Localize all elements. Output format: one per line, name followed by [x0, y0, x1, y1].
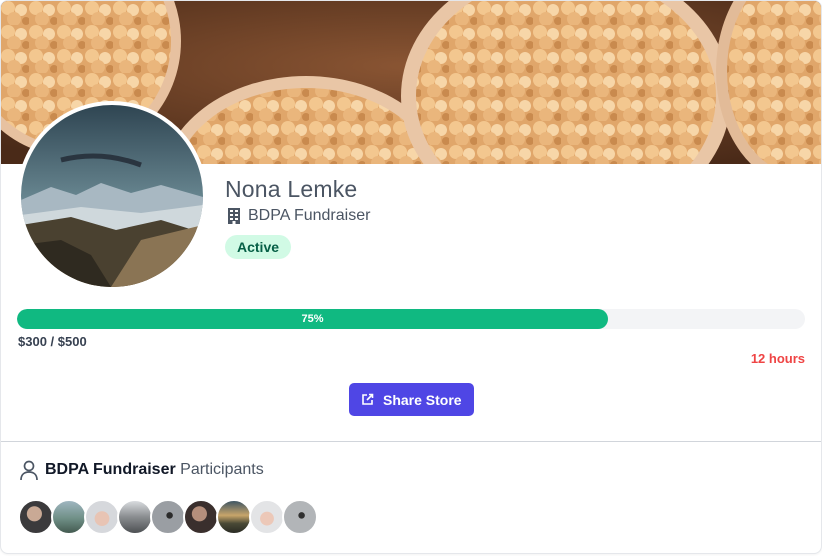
participant-avatar[interactable] — [183, 499, 219, 535]
organization-name: BDPA Fundraiser — [248, 207, 371, 224]
share-store-label: Share Store — [383, 391, 462, 408]
status-badge: Active — [225, 235, 292, 259]
participants-group-name: BDPA Fundraiser — [45, 461, 176, 478]
participant-avatar[interactable] — [84, 499, 120, 535]
profile-name: Nona Lemke — [225, 176, 358, 202]
profile-avatar — [17, 101, 207, 291]
time-remaining: 12 hours — [750, 351, 805, 366]
participant-avatars — [18, 499, 318, 535]
user-icon — [19, 459, 39, 481]
participant-avatar[interactable] — [150, 499, 186, 535]
participant-avatar[interactable] — [18, 499, 54, 535]
participant-avatar[interactable] — [216, 499, 252, 535]
organization-row: BDPA Fundraiser — [227, 207, 370, 225]
participants-heading: BDPA Fundraiser Participants — [19, 459, 264, 481]
participant-avatar[interactable] — [249, 499, 285, 535]
fundraising-progress-bar: 75% — [17, 309, 805, 329]
participant-avatar[interactable] — [117, 499, 153, 535]
fundraiser-card: Nona Lemke BDPA Fundraiser Active 75% $3… — [0, 0, 822, 554]
external-link-icon — [361, 393, 374, 406]
participant-avatar[interactable] — [282, 499, 318, 535]
amount-raised: $300 / $500 — [18, 334, 87, 349]
building-icon — [227, 208, 241, 224]
participants-suffix: Participants — [180, 461, 264, 478]
share-store-button[interactable]: Share Store — [349, 383, 474, 416]
participant-avatar[interactable] — [51, 499, 87, 535]
progress-fill: 75% — [17, 309, 608, 329]
section-divider — [1, 441, 821, 442]
